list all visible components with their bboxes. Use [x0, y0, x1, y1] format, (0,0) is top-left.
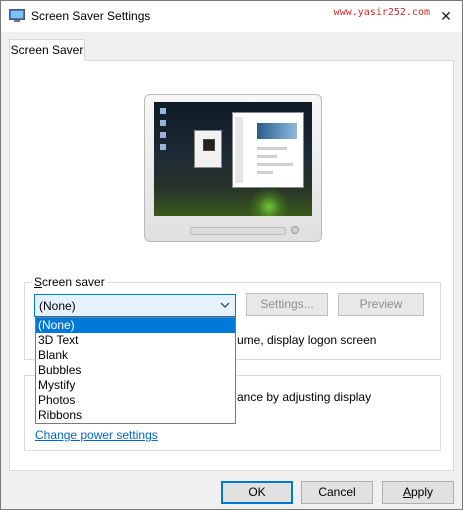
dropdown-option-ribbons[interactable]: Ribbons	[36, 408, 235, 423]
dropdown-option-none[interactable]: (None)	[36, 318, 235, 333]
ok-button[interactable]: OK	[221, 481, 293, 504]
apply-rest: pply	[411, 485, 434, 499]
tab-screen-saver[interactable]: Screen Saver	[9, 39, 85, 61]
resume-logon-label: ume, display logon screen	[237, 333, 377, 347]
watermark-text: www.yasir252.com	[333, 7, 430, 18]
screen-saver-group-label: Screen saver	[32, 275, 107, 289]
dropdown-option-photos[interactable]: Photos	[36, 393, 235, 408]
monitor-power-led	[291, 226, 299, 234]
preview-settings-window	[232, 112, 304, 188]
title-bar[interactable]: Screen Saver Settings www.yasir252.com ✕	[1, 1, 462, 32]
dropdown-option-3d-text[interactable]: 3D Text	[36, 333, 235, 348]
screen-saver-dropdown-list: (None) 3D Text Blank Bubbles Mystify Pho…	[35, 317, 236, 424]
cancel-button[interactable]: Cancel	[301, 481, 373, 504]
monitor-bezel-bar	[190, 227, 286, 235]
preview-small-window	[194, 130, 222, 168]
chevron-down-icon	[220, 302, 230, 308]
screen-saver-combo-value: (None)	[39, 299, 76, 313]
apply-accel: A	[402, 485, 411, 499]
preview-screen	[154, 102, 312, 216]
window-title: Screen Saver Settings	[31, 9, 151, 23]
close-icon[interactable]: ✕	[436, 6, 456, 26]
dropdown-option-blank[interactable]: Blank	[36, 348, 235, 363]
dropdown-option-mystify[interactable]: Mystify	[36, 378, 235, 393]
screen-saver-combo[interactable]: (None)	[34, 294, 236, 317]
apply-button[interactable]: Apply	[382, 481, 454, 504]
preview-button[interactable]: Preview	[338, 293, 424, 316]
monitor-preview	[144, 94, 322, 242]
power-description: ance by adjusting display	[237, 390, 372, 404]
dropdown-option-bubbles[interactable]: Bubbles	[36, 363, 235, 378]
screen-saver-app-icon	[9, 9, 25, 22]
change-power-settings-link[interactable]: Change power settings	[35, 428, 158, 442]
settings-button[interactable]: Settings...	[246, 293, 328, 316]
preview-glow	[249, 187, 289, 216]
screen-saver-settings-window: Screen Saver Settings www.yasir252.com ✕…	[0, 0, 463, 510]
